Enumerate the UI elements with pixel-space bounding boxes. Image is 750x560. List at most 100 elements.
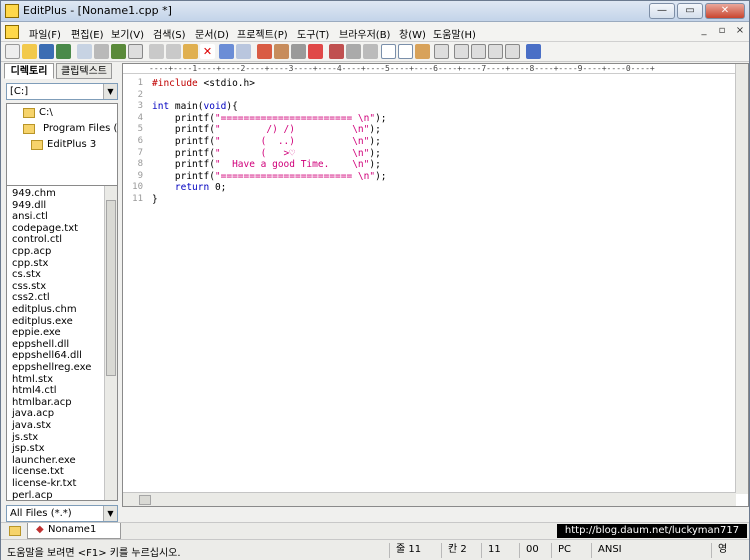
file-list-item[interactable]: launcher.exe	[12, 455, 76, 466]
spell-check-icon[interactable]	[111, 44, 126, 59]
file-filter-select[interactable]: All Files (*.*) ▼	[6, 505, 118, 522]
file-list-item[interactable]: java.stx	[12, 420, 51, 431]
file-list-item[interactable]: codepage.txt	[12, 223, 78, 234]
file-list-item[interactable]: html4.ctl	[12, 385, 57, 396]
tree-node-root[interactable]: C:\	[39, 107, 53, 118]
undo-icon[interactable]	[219, 44, 234, 59]
document-icon[interactable]	[5, 25, 19, 39]
tab-directory[interactable]: 디렉토리	[4, 63, 54, 79]
chevron-down-icon[interactable]: ▼	[103, 506, 117, 521]
mdi-close-button[interactable]: ×	[733, 25, 747, 38]
drive-select[interactable]: [C:] ▼	[6, 83, 118, 100]
find-in-files-icon[interactable]	[291, 44, 306, 59]
cliptext-window-icon[interactable]	[471, 44, 486, 59]
file-list-item[interactable]: htmlbar.acp	[12, 397, 72, 408]
file-list-item[interactable]: eppshell64.dll	[12, 350, 82, 361]
file-list-item[interactable]: html.stx	[12, 374, 53, 385]
tile-window-icon[interactable]	[488, 44, 503, 59]
ruler-icon[interactable]	[398, 44, 413, 59]
copy-icon[interactable]	[166, 44, 181, 59]
file-list-item[interactable]: js.stx	[12, 432, 38, 443]
menu-search[interactable]: 검색(S)	[153, 26, 186, 41]
code-line[interactable]: }	[152, 194, 158, 205]
code-line[interactable]: printf(" ( >♡ \n");	[152, 148, 381, 159]
file-list-item[interactable]: css.stx	[12, 281, 46, 292]
file-list-item[interactable]: java.acp	[12, 408, 54, 419]
doc-tab-noname1[interactable]: ◆ Noname1	[27, 523, 121, 539]
hex-viewer-icon[interactable]	[346, 44, 361, 59]
file-list-item[interactable]: control.ctl	[12, 234, 62, 245]
find-icon[interactable]	[257, 44, 272, 59]
chevron-down-icon[interactable]: ▼	[103, 84, 117, 99]
tab-cliptext[interactable]: 클립텍스트	[56, 63, 112, 79]
editor-vertical-scrollbar[interactable]	[735, 64, 748, 494]
open-folder-icon[interactable]	[22, 44, 37, 59]
file-list-item[interactable]: 949.dll	[12, 200, 46, 211]
word-wrap-icon[interactable]	[363, 44, 378, 59]
directory-window-icon[interactable]	[434, 44, 449, 59]
editor-horizontal-scrollbar[interactable]	[123, 492, 736, 506]
file-list-item[interactable]: cpp.stx	[12, 258, 48, 269]
file-list-item[interactable]: editplus.chm	[12, 304, 77, 315]
tree-node-program-files[interactable]: Program Files (x86)	[43, 123, 117, 134]
restore-button[interactable]: ▭	[677, 3, 703, 19]
cut-icon[interactable]	[149, 44, 164, 59]
redo-icon[interactable]	[236, 44, 251, 59]
replace-icon[interactable]	[274, 44, 289, 59]
file-list-vertical-scrollbar[interactable]	[104, 186, 117, 500]
minimize-button[interactable]: —	[649, 3, 675, 19]
file-list-item[interactable]: perl.acp	[12, 490, 53, 500]
file-list-item[interactable]: cpp.acp	[12, 246, 51, 257]
column-select-icon[interactable]	[415, 44, 430, 59]
print-preview-icon[interactable]	[77, 44, 92, 59]
code-line[interactable]: printf("======================= \n");	[152, 171, 387, 182]
menu-browser[interactable]: 브라우저(B)	[339, 26, 390, 41]
menu-view[interactable]: 보기(V)	[111, 26, 144, 41]
menu-edit[interactable]: 편집(E)	[71, 26, 104, 41]
menu-project[interactable]: 프로젝트(P)	[237, 26, 288, 41]
code-line[interactable]: int main(void){	[152, 101, 238, 112]
file-list-item[interactable]: cs.stx	[12, 269, 41, 280]
code-line[interactable]: #include <stdio.h>	[152, 78, 255, 89]
mdi-minimize-button[interactable]: _	[697, 25, 711, 38]
save-icon[interactable]	[39, 44, 54, 59]
tree-node-editplus[interactable]: EditPlus 3	[47, 139, 96, 150]
file-list-item[interactable]: editplus.exe	[12, 316, 73, 327]
save-all-icon[interactable]	[56, 44, 71, 59]
menu-tools[interactable]: 도구(T)	[297, 26, 329, 41]
menu-help[interactable]: 도움말(H)	[433, 26, 476, 41]
print-icon[interactable]	[94, 44, 109, 59]
code-line[interactable]: printf(" Have a good Time. \n");	[152, 159, 381, 170]
new-file-icon[interactable]	[5, 44, 20, 59]
scroll-thumb[interactable]	[139, 495, 151, 505]
file-list-item[interactable]: eppshell.dll	[12, 339, 69, 350]
code-line[interactable]: return 0;	[152, 182, 227, 193]
code-line[interactable]: printf("======================= \n");	[152, 113, 387, 124]
delete-icon[interactable]: ✕	[200, 44, 215, 59]
output-window-icon[interactable]	[454, 44, 469, 59]
code-editor[interactable]: ----+----1----+----2----+----3----+----4…	[122, 63, 749, 507]
paste-icon[interactable]	[183, 44, 198, 59]
menu-file[interactable]: 파일(F)	[29, 26, 61, 41]
line-number-icon[interactable]	[381, 44, 396, 59]
file-list[interactable]: 949.chm 949.dll ansi.ctl codepage.txt contro…	[6, 185, 118, 501]
goto-line-icon[interactable]	[308, 44, 323, 59]
code-line[interactable]: printf(" ( ..) \n");	[152, 136, 381, 147]
file-list-item[interactable]: license.txt	[12, 466, 64, 477]
file-list-item[interactable]: license-kr.txt	[12, 478, 76, 489]
code-line[interactable]: printf(" /) /) \n");	[152, 124, 381, 135]
context-help-icon[interactable]	[526, 44, 541, 59]
cascade-window-icon[interactable]	[505, 44, 520, 59]
font-icon[interactable]	[329, 44, 344, 59]
file-list-item[interactable]: eppie.exe	[12, 327, 61, 338]
file-list-item[interactable]: ansi.ctl	[12, 211, 48, 222]
file-list-item[interactable]: eppshellreg.exe	[12, 362, 91, 373]
file-list-item[interactable]: 949.chm	[12, 188, 56, 199]
close-button[interactable]: ✕	[705, 3, 745, 19]
file-list-item[interactable]: jsp.stx	[12, 443, 45, 454]
mdi-restore-button[interactable]: ▫	[715, 25, 729, 38]
menu-document[interactable]: 문서(D)	[195, 26, 229, 41]
document-list-icon[interactable]	[128, 44, 143, 59]
scroll-thumb[interactable]	[106, 200, 116, 376]
menu-window[interactable]: 창(W)	[399, 26, 426, 41]
